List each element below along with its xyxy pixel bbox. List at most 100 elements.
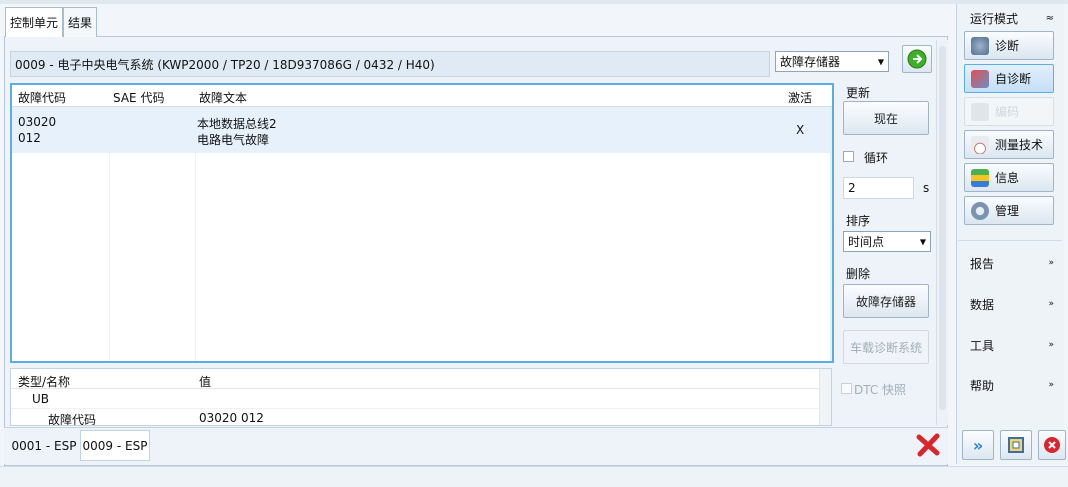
forward-button[interactable]: »	[962, 430, 994, 460]
frame-icon	[1008, 437, 1024, 453]
fault-subcode: 012	[18, 131, 41, 145]
details-scrollbar[interactable]	[819, 369, 831, 425]
obd-button[interactable]: 车载诊断系统	[843, 330, 929, 364]
now-button-label: 现在	[873, 111, 898, 126]
ecu-title: 0009 - 电子中央电气系统 (KWP2000 / TP20 / 18D937…	[15, 57, 435, 72]
books-icon	[971, 168, 989, 187]
bottom-tab-0001-label: 0001 - ESP	[11, 439, 77, 453]
tab-control-units-label: 控制单元	[9, 16, 58, 30]
sidebar-item-admin[interactable]: 管理	[964, 196, 1054, 225]
bottom-tab-0001[interactable]: 0001 - ESP	[8, 433, 80, 459]
sidebar-item-label: 诊断	[995, 39, 1020, 53]
interval-input[interactable]: 2	[843, 177, 914, 199]
gear-icon	[971, 201, 989, 220]
delete-label: 删除	[846, 267, 871, 281]
fault-table-header: 故障代码 SAE 代码 故障文本 激活	[12, 85, 832, 107]
chevron-down-icon: »	[1048, 380, 1054, 390]
sidebar-item-self-diagnosis[interactable]: 自诊断	[964, 64, 1054, 93]
fault-code: 03020	[18, 115, 57, 129]
details-group: UB	[32, 392, 50, 406]
chevron-down-icon: ▼	[877, 57, 884, 66]
section-report-label: 报告	[970, 256, 995, 271]
sidebar-item-label: 管理	[995, 204, 1020, 218]
sidebar-item-label: 信息	[995, 171, 1020, 185]
chevron-down-icon: »	[1048, 299, 1054, 309]
now-button[interactable]: 现在	[843, 101, 929, 135]
tab-results-label: 结果	[67, 16, 92, 30]
details-row-label: 故障代码	[48, 413, 97, 426]
chevron-down-icon: ▼	[919, 237, 926, 246]
section-data[interactable]: 数据 »	[970, 295, 1054, 313]
fault-active: X	[796, 123, 805, 137]
sidebar-item-diagnosis[interactable]: 诊断	[964, 31, 1054, 60]
col-code[interactable]: 故障代码	[18, 89, 66, 106]
tab-results[interactable]: 结果	[63, 7, 97, 37]
section-report[interactable]: 报告 »	[970, 254, 1054, 272]
chevron-down-icon: »	[1048, 258, 1054, 268]
status-strip	[0, 466, 1068, 487]
coding-icon	[971, 102, 989, 121]
panel-scrollbar-thumb[interactable]	[939, 46, 946, 410]
ecu-title-bar: 0009 - 电子中央电气系统 (KWP2000 / TP20 / 18D937…	[10, 51, 770, 77]
gauge-icon	[971, 135, 989, 154]
delete-memory-button-label: 故障存储器	[855, 294, 916, 309]
section-tools[interactable]: 工具 »	[970, 336, 1054, 354]
details-table: 类型/名称 值 UB 故障代码 03020 012	[10, 368, 832, 426]
fault-table: 故障代码 SAE 代码 故障文本 激活 03020 012 本地数据总线2 电路…	[10, 83, 834, 363]
screenshot-button[interactable]	[1000, 430, 1032, 460]
details-header: 类型/名称 值	[11, 369, 819, 389]
chevron-up-icon: ≈	[1045, 12, 1054, 24]
close-circle-icon	[1044, 437, 1060, 453]
section-data-label: 数据	[970, 297, 995, 312]
top-strip	[0, 0, 1068, 4]
fault-text-line2: 电路电气故障	[197, 133, 270, 147]
sort-select-value: 时间点	[848, 235, 885, 249]
sidebar-item-label: 测量技术	[995, 138, 1044, 152]
sidebar-item-info[interactable]: 信息	[964, 163, 1054, 192]
double-chevron-right-icon: »	[972, 435, 984, 455]
col-text[interactable]: 故障文本	[199, 89, 247, 106]
col-active[interactable]: 激活	[788, 89, 812, 106]
sidebar-item-coding[interactable]: 编码	[964, 97, 1054, 126]
dtc-snapshot-checkbox[interactable]	[841, 383, 852, 394]
obd-button-label: 车载诊断系统	[849, 340, 922, 355]
exit-button[interactable]	[1038, 430, 1066, 460]
details-row[interactable]: 故障代码 03020 012	[11, 408, 819, 426]
table-scrollbar[interactable]	[830, 107, 832, 361]
car-diagnosis-icon	[971, 69, 989, 88]
run-mode-header[interactable]: 运行模式 ≈	[970, 9, 1054, 27]
sidebar-item-label: 编码	[995, 105, 1020, 119]
details-col-value: 值	[199, 375, 212, 389]
tab-control-units[interactable]: 控制单元	[5, 7, 63, 37]
section-tools-label: 工具	[970, 338, 995, 353]
go-button[interactable]	[902, 45, 932, 73]
sidebar-divider	[958, 240, 1062, 241]
sidebar-item-label: 自诊断	[995, 72, 1032, 86]
fault-text-line1: 本地数据总线2	[197, 117, 277, 131]
panel-scrollbar[interactable]	[936, 40, 948, 425]
loop-label: 循环	[864, 151, 889, 165]
interval-unit: s	[923, 181, 930, 195]
table-row[interactable]: 03020 012 本地数据总线2 电路电气故障 X	[12, 107, 830, 153]
close-ecu-button[interactable]	[915, 432, 941, 458]
memory-select[interactable]: 故障存储器 ▼	[775, 51, 889, 72]
red-x-icon	[916, 433, 940, 457]
sort-select[interactable]: 时间点 ▼	[843, 231, 931, 252]
sort-label: 排序	[846, 214, 871, 228]
bottom-tab-0009-label: 0009 - ESP	[82, 438, 148, 453]
stethoscope-icon	[971, 36, 989, 55]
section-help-label: 帮助	[970, 378, 995, 393]
sidebar-item-measurement[interactable]: 测量技术	[964, 130, 1054, 159]
update-label: 更新	[846, 86, 871, 100]
col-sae[interactable]: SAE 代码	[113, 89, 164, 106]
delete-memory-button[interactable]: 故障存储器	[843, 284, 929, 318]
loop-checkbox[interactable]	[843, 151, 854, 162]
details-row-value: 03020 012	[199, 411, 264, 425]
dtc-snapshot-label: DTC 快照	[854, 383, 907, 397]
details-col-type: 类型/名称	[18, 375, 71, 389]
arrow-right-circle-icon	[907, 49, 927, 69]
run-mode-label: 运行模式	[970, 11, 1019, 26]
bottom-tab-0009[interactable]: 0009 - ESP	[80, 430, 150, 461]
chevron-down-icon: »	[1048, 340, 1054, 350]
section-help[interactable]: 帮助 »	[970, 376, 1054, 394]
